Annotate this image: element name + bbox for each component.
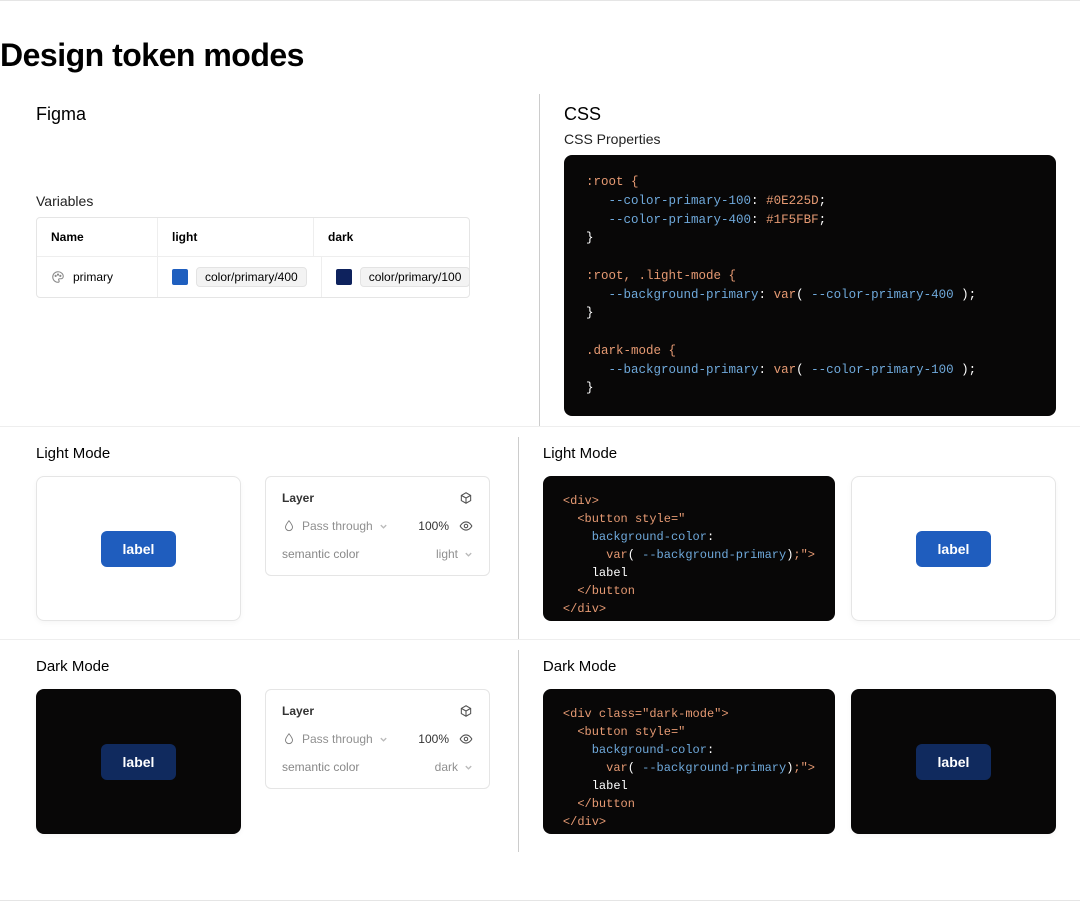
dark-preview-card: label [36,689,241,834]
dark-mode-title: Dark Mode [36,658,494,675]
figma-heading: Figma [36,104,515,125]
layer-title: Layer [282,491,314,505]
layer-title: Layer [282,704,314,718]
blend-mode[interactable]: Pass through [302,732,373,746]
dark-token: color/primary/100 [360,267,471,287]
variables-table: Name light dark primary color/primary/40… [36,217,470,298]
var-name-cell: primary [37,257,157,297]
figma-light-section: Light Mode label Layer Pass through [0,437,519,639]
css-heading: CSS [564,104,1056,125]
swatch-light [172,269,188,285]
chevron-down-icon[interactable] [464,550,473,559]
semantic-color-label: semantic color [282,547,359,561]
css-properties-code: :root { --color-primary-100: #0E225D; --… [564,155,1056,416]
semantic-color-label: semantic color [282,760,359,774]
css-props-heading: CSS Properties [564,131,1056,147]
preview-button-light[interactable]: label [101,531,177,567]
eye-icon[interactable] [459,732,473,746]
variables-label: Variables [36,193,515,209]
light-token: color/primary/400 [196,267,307,287]
swatch-dark [336,269,352,285]
layer-panel-dark: Layer Pass through 100% semantic col [265,689,490,789]
table-header: Name light dark [37,218,469,257]
light-value-cell: color/primary/400 [157,257,321,297]
eye-icon[interactable] [459,519,473,533]
palette-icon [51,270,65,284]
semantic-color-value[interactable]: light [436,547,458,561]
css-column: CSS CSS Properties :root { --color-prima… [540,94,1080,426]
css-light-section: Light Mode <div> <button style=" backgro… [519,437,1080,639]
chevron-down-icon[interactable] [379,522,388,531]
variable-icon[interactable] [459,491,473,505]
variable-icon[interactable] [459,704,473,718]
preview-button-dark-css[interactable]: label [916,744,992,780]
opacity-value[interactable]: 100% [418,519,449,533]
chevron-down-icon[interactable] [464,763,473,772]
blend-drop-icon [282,732,296,746]
css-dark-section: Dark Mode <div class="dark-mode"> <butto… [519,650,1080,852]
light-mode-title: Light Mode [36,445,494,462]
figma-dark-section: Dark Mode label Layer Pass through [0,650,519,852]
light-mode-code: <div> <button style=" background-color: … [543,476,835,621]
table-row: primary color/primary/400 color/primary/… [37,257,469,297]
semantic-color-value[interactable]: dark [435,760,458,774]
dark-value-cell: color/primary/100 [321,257,485,297]
light-preview-card-css: label [851,476,1056,621]
light-preview-card: label [36,476,241,621]
col-light: light [157,218,313,256]
chevron-down-icon[interactable] [379,735,388,744]
dark-preview-card-css: label [851,689,1056,834]
page-title: Design token modes [0,37,1080,74]
figma-column: Figma Variables Name light dark primary … [0,94,540,426]
blend-drop-icon [282,519,296,533]
layer-panel-light: Layer Pass through 100% semantic col [265,476,490,576]
blend-mode[interactable]: Pass through [302,519,373,533]
preview-button-light-css[interactable]: label [916,531,992,567]
col-name: Name [37,218,157,256]
var-name: primary [73,270,113,284]
dark-mode-code: <div class="dark-mode"> <button style=" … [543,689,835,834]
dark-mode-title-css: Dark Mode [543,658,1056,675]
preview-button-dark[interactable]: label [101,744,177,780]
light-mode-title-css: Light Mode [543,445,1056,462]
opacity-value[interactable]: 100% [418,732,449,746]
col-dark: dark [313,218,469,256]
